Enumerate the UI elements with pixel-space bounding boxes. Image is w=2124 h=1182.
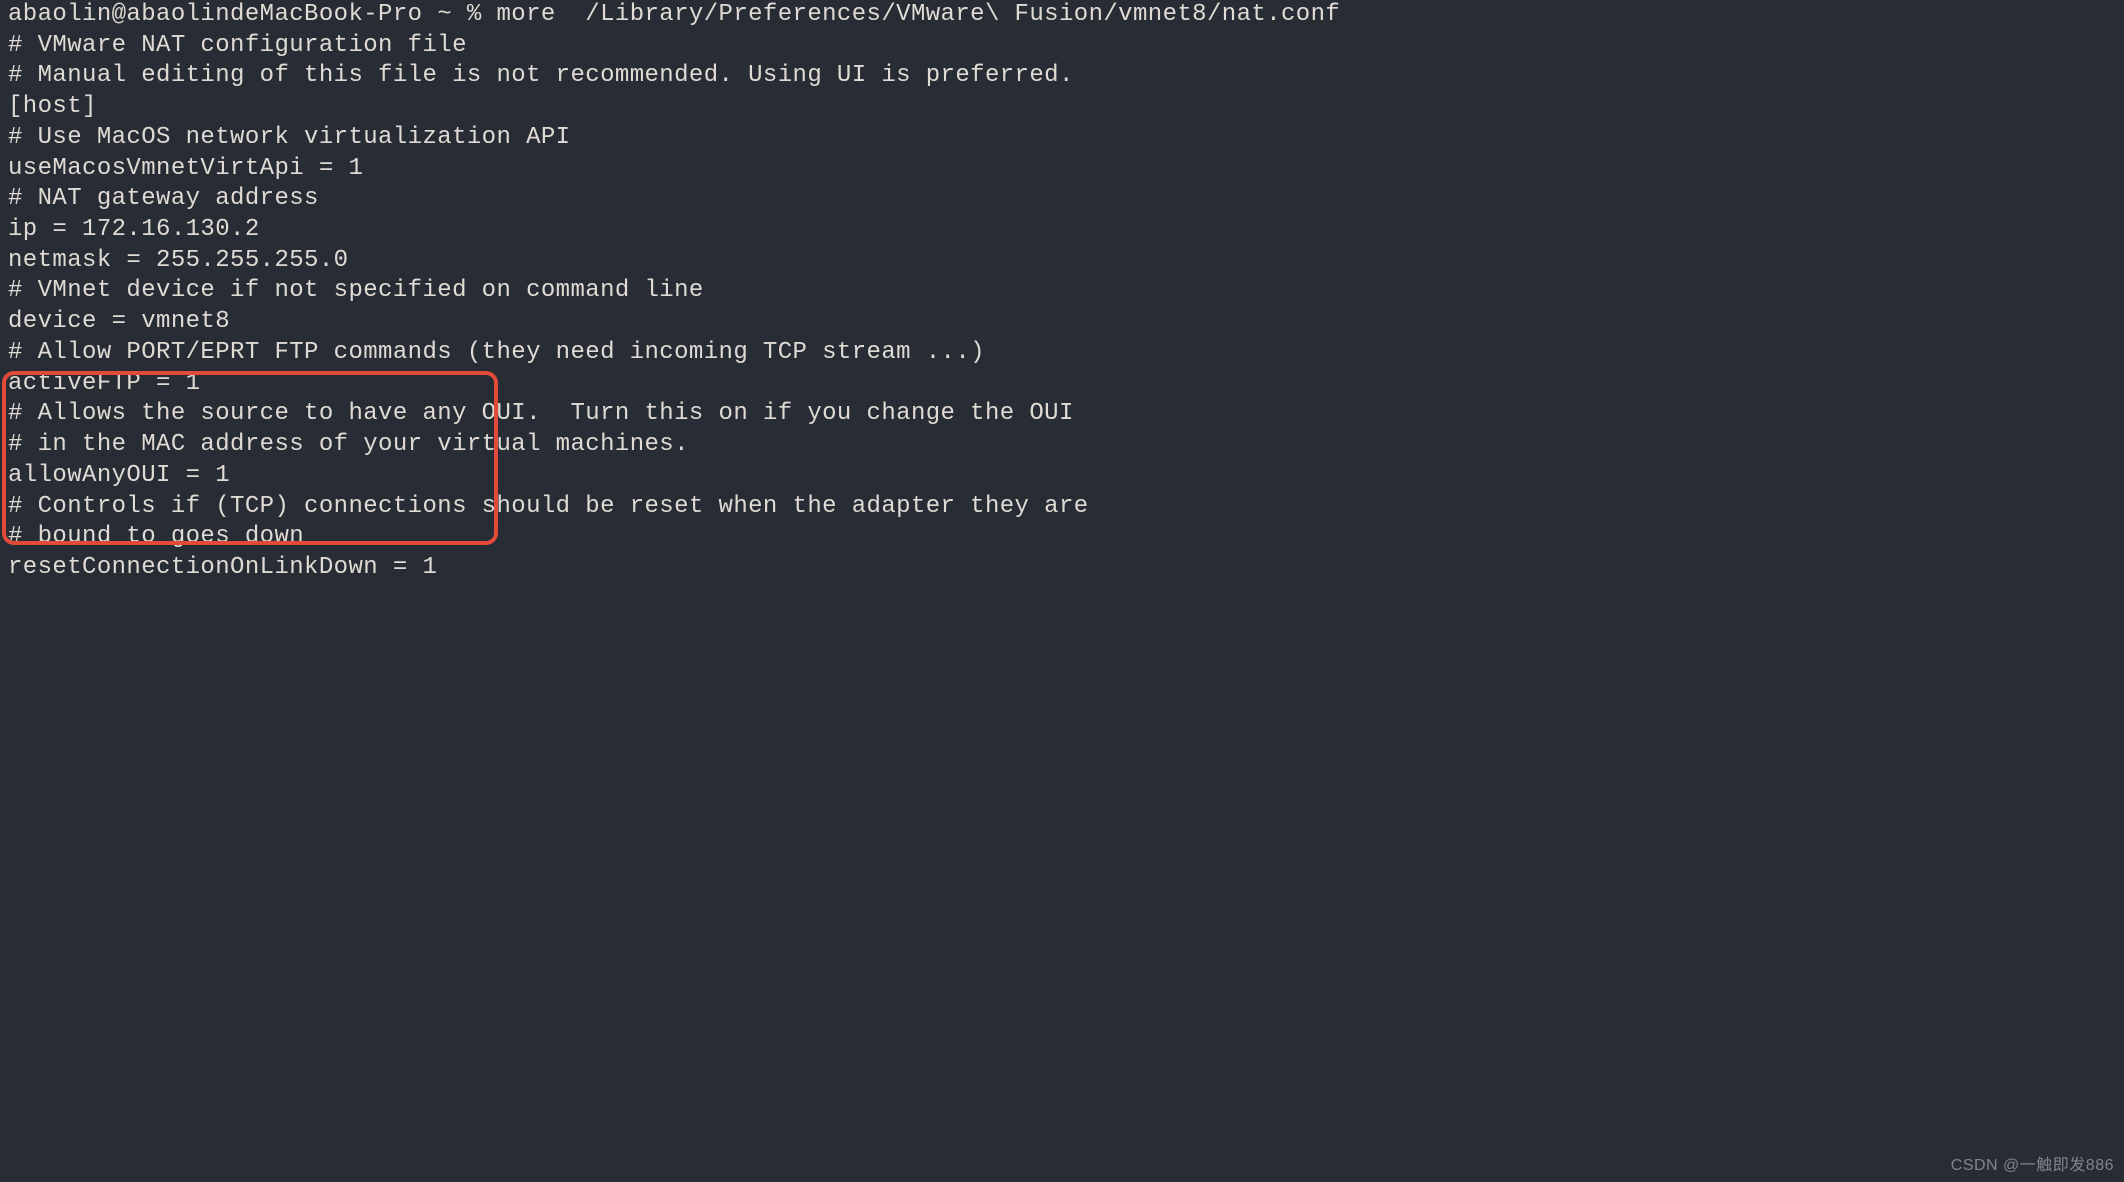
terminal-output-line: # Manual editing of this file is not rec…	[8, 61, 2116, 92]
terminal-output-line: # NAT gateway address	[8, 184, 2116, 215]
terminal-output-line: ip = 172.16.130.2	[8, 215, 2116, 246]
terminal-output-line: # Use MacOS network virtualization API	[8, 123, 2116, 154]
terminal-output-line: netmask = 255.255.255.0	[8, 246, 2116, 277]
terminal-output-line: # Allow PORT/EPRT FTP commands (they nee…	[8, 338, 2116, 369]
terminal-output-line: activeFTP = 1	[8, 369, 2116, 400]
terminal-output-line: # bound to goes down	[8, 522, 2116, 553]
terminal-output-line: # VMware NAT configuration file	[8, 31, 2116, 62]
watermark-text: CSDN @一触即发886	[1951, 1156, 2114, 1176]
terminal-output-line: # Allows the source to have any OUI. Tur…	[8, 399, 2116, 430]
terminal-output-line: # VMnet device if not specified on comma…	[8, 276, 2116, 307]
terminal-output-line: device = vmnet8	[8, 307, 2116, 338]
terminal-prompt-line: abaolin@abaolindeMacBook-Pro ~ % more /L…	[8, 0, 2116, 31]
terminal-output-line: [host]	[8, 92, 2116, 123]
terminal-output-line: useMacosVmnetVirtApi = 1	[8, 154, 2116, 185]
terminal-output-line: # Controls if (TCP) connections should b…	[8, 492, 2116, 523]
terminal-window[interactable]: abaolin@abaolindeMacBook-Pro ~ % more /L…	[0, 0, 2124, 1182]
terminal-output-line: resetConnectionOnLinkDown = 1	[8, 553, 2116, 584]
terminal-output-line: allowAnyOUI = 1	[8, 461, 2116, 492]
terminal-output-line: # in the MAC address of your virtual mac…	[8, 430, 2116, 461]
